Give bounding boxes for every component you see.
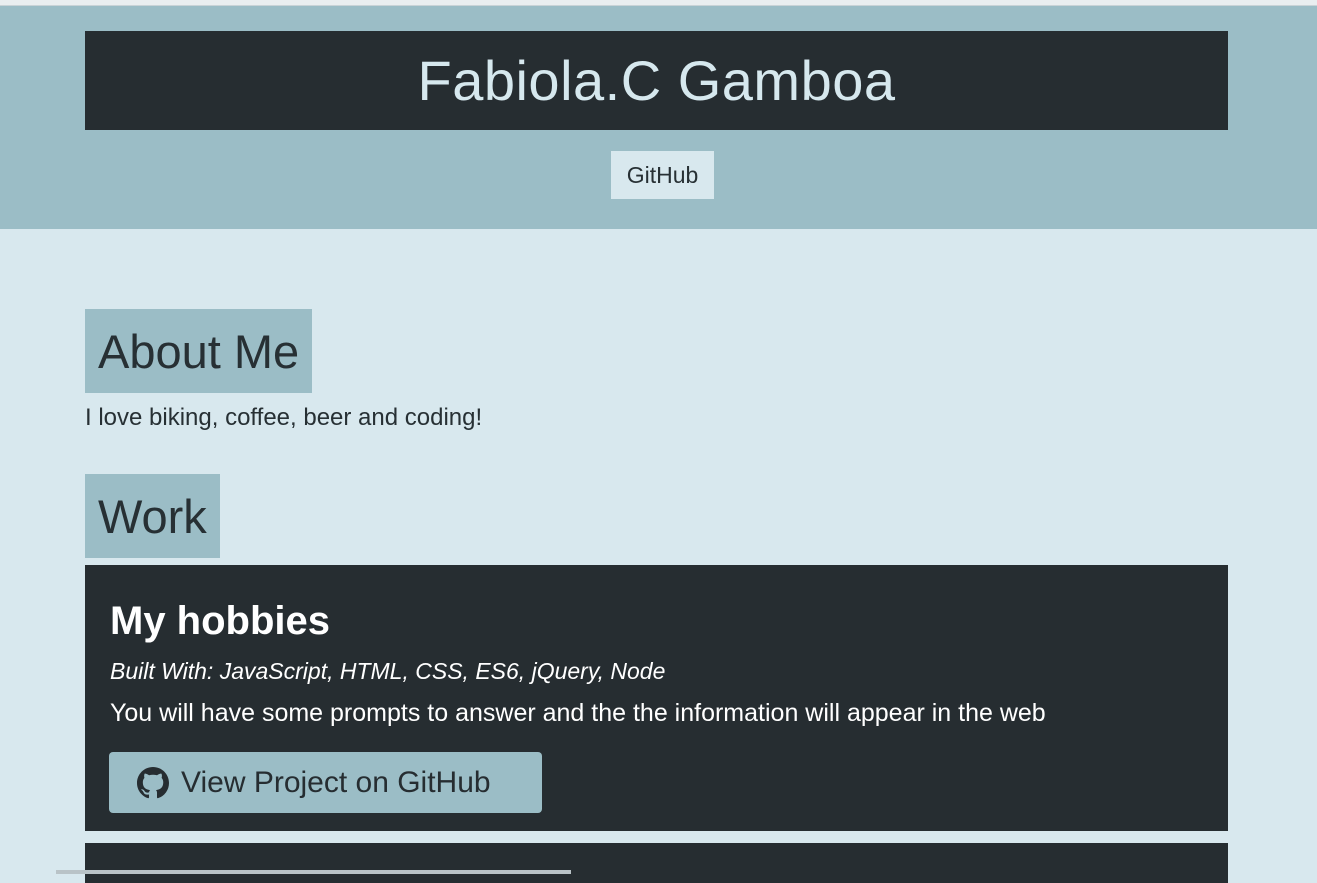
github-icon xyxy=(137,766,169,798)
view-project-label: View Project on GitHub xyxy=(181,765,491,799)
title-banner: Fabiola.C Gamboa xyxy=(85,31,1228,130)
project-description: You will have some prompts to answer and… xyxy=(110,699,1046,727)
site-header: Fabiola.C Gamboa GitHub xyxy=(0,6,1317,229)
project-card-partial xyxy=(85,843,1228,883)
nav-github-link[interactable]: GitHub xyxy=(611,151,714,199)
horizontal-scrollbar[interactable] xyxy=(56,870,571,874)
site-title: Fabiola.C Gamboa xyxy=(417,49,896,112)
work-heading: Work xyxy=(85,474,220,558)
view-project-github-button[interactable]: View Project on GitHub xyxy=(109,752,542,813)
project-title: My hobbies xyxy=(110,599,331,643)
about-text: I love biking, coffee, beer and coding! xyxy=(85,404,483,431)
project-built-with: Built With: JavaScript, HTML, CSS, ES6, … xyxy=(110,658,666,684)
about-heading: About Me xyxy=(85,309,313,393)
project-card: My hobbies Built With: JavaScript, HTML,… xyxy=(85,565,1228,831)
